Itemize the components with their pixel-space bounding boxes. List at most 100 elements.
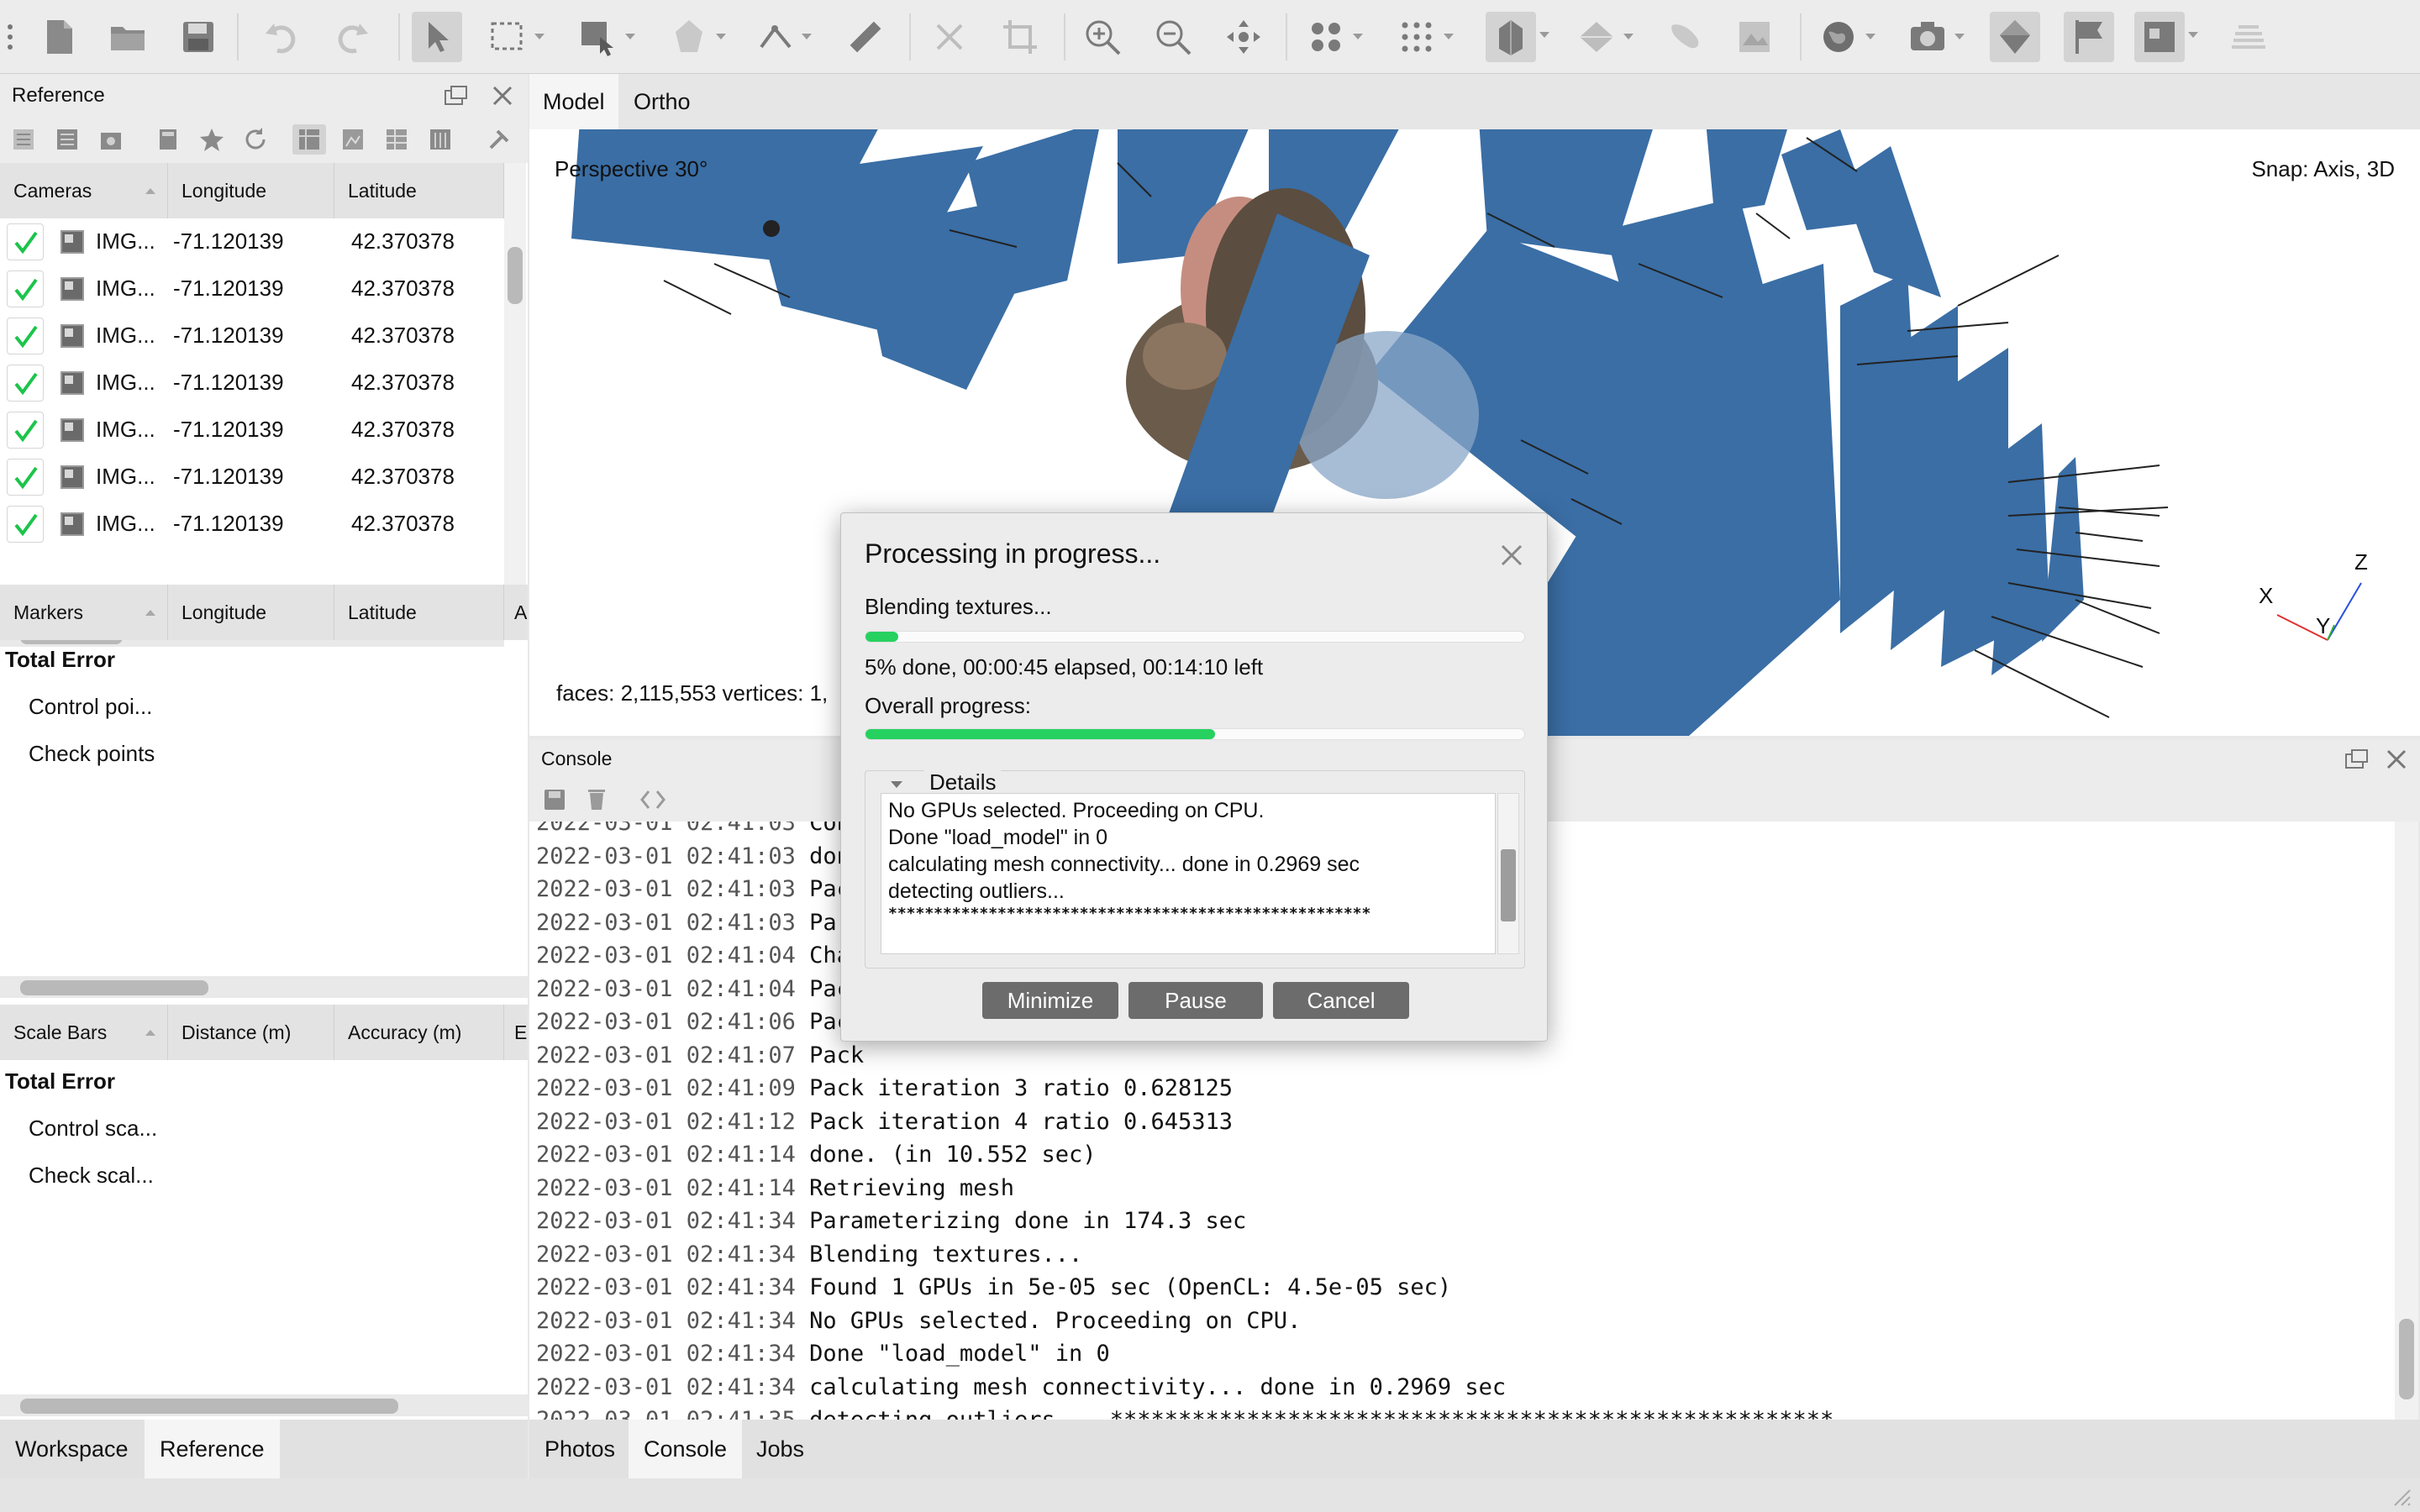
column-longitude[interactable]: Longitude [168,163,334,218]
column-error[interactable]: E [504,1005,528,1060]
view-variance-icon[interactable] [424,124,457,155]
view-source-icon[interactable] [292,124,326,155]
convert-reference-icon[interactable] [94,124,128,155]
scroll-thumb[interactable] [20,1399,398,1414]
tab-workspace[interactable]: Workspace [0,1420,144,1478]
scroll-thumb[interactable] [1501,849,1516,921]
calculator-icon[interactable] [151,124,185,155]
ruler-icon[interactable] [842,13,889,60]
star-icon[interactable] [195,124,229,155]
details-label[interactable]: Details [924,769,1002,795]
undo-icon[interactable] [257,13,304,60]
column-accuracy[interactable]: Accuracy (m) [334,1005,504,1060]
camera-enabled-checkbox[interactable] [7,412,44,449]
column-latitude[interactable]: Latitude [334,585,504,640]
show-cameras-icon[interactable] [1904,13,1965,60]
table-row[interactable]: IMG... -71.120139 42.370378 [0,218,504,265]
markers-total-error[interactable]: Total Error [5,647,115,673]
table-row[interactable]: IMG... -71.120139 42.370378 [0,407,504,454]
tab-model[interactable]: Model [529,74,618,129]
column-latitude[interactable]: Latitude [334,163,504,218]
camera-enabled-checkbox[interactable] [7,270,44,307]
show-tiled-icon[interactable] [1573,13,1634,60]
show-orthomosaic-icon[interactable] [1731,13,1778,60]
table-row[interactable]: IMG... -71.120139 42.370378 [0,454,504,501]
ruler-line-icon[interactable] [751,13,812,60]
scroll-thumb[interactable] [508,247,523,304]
tab-console[interactable]: Console [629,1420,743,1478]
run-script-icon[interactable] [639,788,667,811]
camera-enabled-checkbox[interactable] [7,365,44,402]
column-longitude[interactable]: Longitude [168,585,334,640]
show-texture-icon[interactable] [1662,13,1709,60]
column-markers[interactable]: Markers [0,585,168,640]
save-icon[interactable] [175,13,222,60]
settings-tools-icon[interactable] [482,124,516,155]
column-scale-bars[interactable]: Scale Bars [0,1005,168,1060]
details-vscroll[interactable] [1497,793,1519,954]
cancel-button[interactable]: Cancel [1273,982,1409,1019]
resize-grip-icon[interactable] [2388,1483,2412,1507]
scalebars-control[interactable]: Control sca... [29,1116,157,1142]
update-icon[interactable] [239,124,272,155]
import-reference-icon[interactable] [7,124,40,155]
scalebars-check[interactable]: Check scal... [29,1163,154,1189]
column-distance[interactable]: Distance (m) [168,1005,334,1060]
crop-icon[interactable] [997,13,1044,60]
show-model-icon[interactable] [1486,12,1549,62]
pause-button[interactable]: Pause [1128,982,1263,1019]
delete-icon[interactable] [926,13,973,60]
show-shapes-icon[interactable] [1990,12,2040,62]
column-cameras[interactable]: Cameras [0,163,168,218]
view-errors-icon[interactable] [380,124,413,155]
markers-control-points[interactable]: Control poi... [29,694,152,720]
markers-check-points[interactable]: Check points [29,741,155,767]
camera-enabled-checkbox[interactable] [7,318,44,354]
show-dense-icon[interactable] [1393,13,1454,60]
open-folder-icon[interactable] [104,13,151,60]
scalebars-total-error[interactable]: Total Error [5,1068,115,1095]
tab-photos[interactable]: Photos [529,1420,630,1478]
scroll-thumb[interactable] [2399,1319,2414,1399]
clear-log-icon[interactable] [583,786,610,813]
tab-ortho[interactable]: Ortho [620,74,704,129]
export-reference-icon[interactable] [50,124,84,155]
new-document-icon[interactable] [35,13,82,60]
console-vscroll[interactable] [2395,822,2418,1420]
minimize-button[interactable]: Minimize [982,982,1118,1019]
cameras-vscroll[interactable] [504,163,526,625]
markers-hscroll[interactable] [0,976,528,998]
show-points-icon[interactable] [1302,13,1363,60]
table-row[interactable]: IMG... -71.120139 42.370378 [0,501,504,548]
zoom-out-icon[interactable] [1150,13,1197,60]
close-icon[interactable] [2385,748,2408,771]
transform-object-icon[interactable] [575,13,635,60]
zoom-in-icon[interactable] [1079,13,1126,60]
redo-icon[interactable] [329,13,376,60]
undock-icon[interactable] [444,84,469,108]
table-row[interactable]: IMG... -71.120139 42.370378 [0,265,504,312]
tab-jobs[interactable]: Jobs [741,1420,819,1478]
undock-icon[interactable] [2344,748,2370,771]
collapse-details-icon[interactable] [891,781,902,788]
show-markers-icon[interactable] [2064,12,2114,62]
move-region-icon[interactable] [666,13,726,60]
show-laser-icon[interactable] [2225,13,2272,60]
scroll-thumb[interactable] [20,980,208,995]
more-icon[interactable] [0,13,20,60]
select-arrow-icon[interactable] [412,12,462,62]
reset-view-icon[interactable] [1220,13,1267,60]
show-basemap-icon[interactable] [1815,13,1876,60]
close-icon[interactable] [1498,542,1525,569]
scalebars-hscroll[interactable] [0,1394,528,1416]
close-icon[interactable] [491,84,514,108]
view-estimated-icon[interactable] [336,124,370,155]
column-accuracy[interactable]: A [504,585,528,640]
camera-enabled-checkbox[interactable] [7,223,44,260]
show-dem-icon[interactable] [2134,12,2198,62]
camera-enabled-checkbox[interactable] [7,506,44,543]
details-log[interactable]: No GPUs selected. Proceeding on CPU. Done… [881,793,1496,954]
save-log-icon[interactable] [541,786,568,813]
table-row[interactable]: IMG... -71.120139 42.370378 [0,360,504,407]
camera-enabled-checkbox[interactable] [7,459,44,496]
